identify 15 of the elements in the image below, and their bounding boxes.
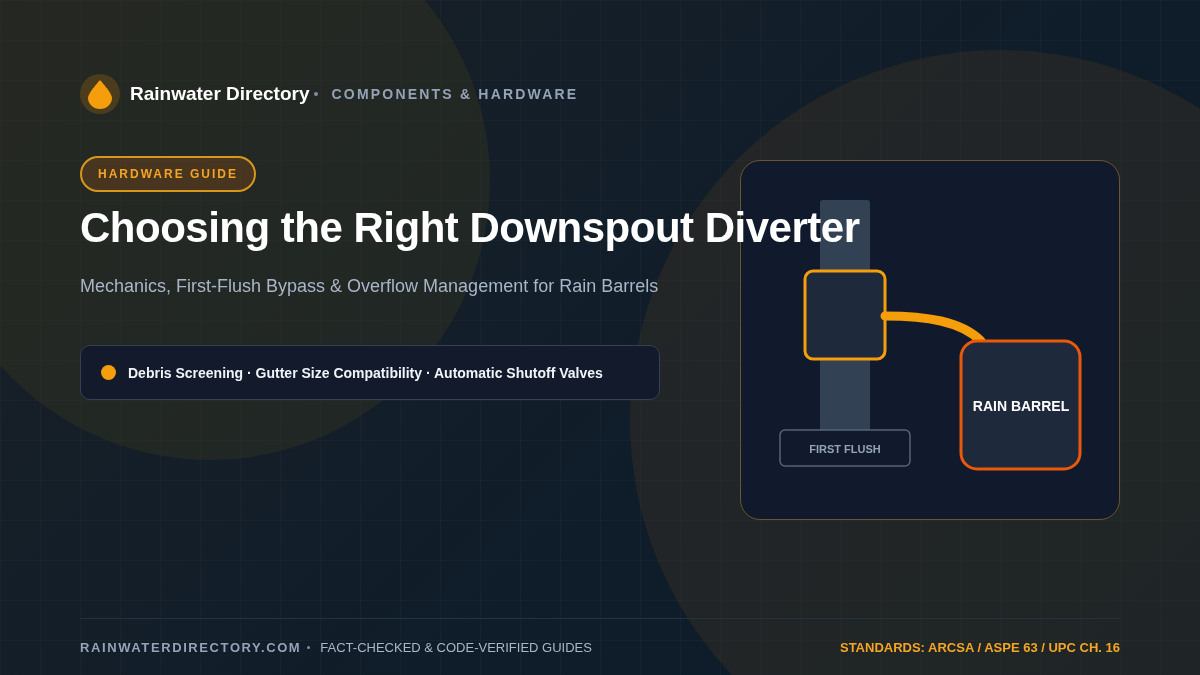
first-flush-label: FIRST FLUSH (809, 443, 881, 455)
tagline: FACT-CHECKED & CODE-VERIFIED GUIDES (320, 639, 592, 655)
category-badge: HARDWARE GUIDE (80, 156, 256, 192)
section-label: COMPONENTS & HARDWARE (331, 86, 579, 102)
water-drop-icon (80, 74, 120, 114)
site-link[interactable]: RAINWATERDIRECTORY.COM (80, 639, 302, 655)
page-title: Choosing the Right Downspout Diverter (80, 204, 861, 252)
barrel-label: RAIN BARREL (972, 398, 1070, 414)
separator-dot (307, 645, 311, 649)
features-text: Debris Screening · Gutter Size Compatibility · Automatic Shutoff Valves (128, 364, 603, 381)
brand-name[interactable]: Rainwater Directory (130, 83, 310, 105)
separator-dot (313, 92, 318, 96)
subtitle: Mechanics, First-Flush Bypass & Overflow Management for Rain Barrels (80, 276, 660, 297)
bullet-dot (101, 365, 116, 380)
standards-text: STANDARDS: ARCSA / ASPE 63 / UPC CH. 16 (839, 639, 1120, 655)
